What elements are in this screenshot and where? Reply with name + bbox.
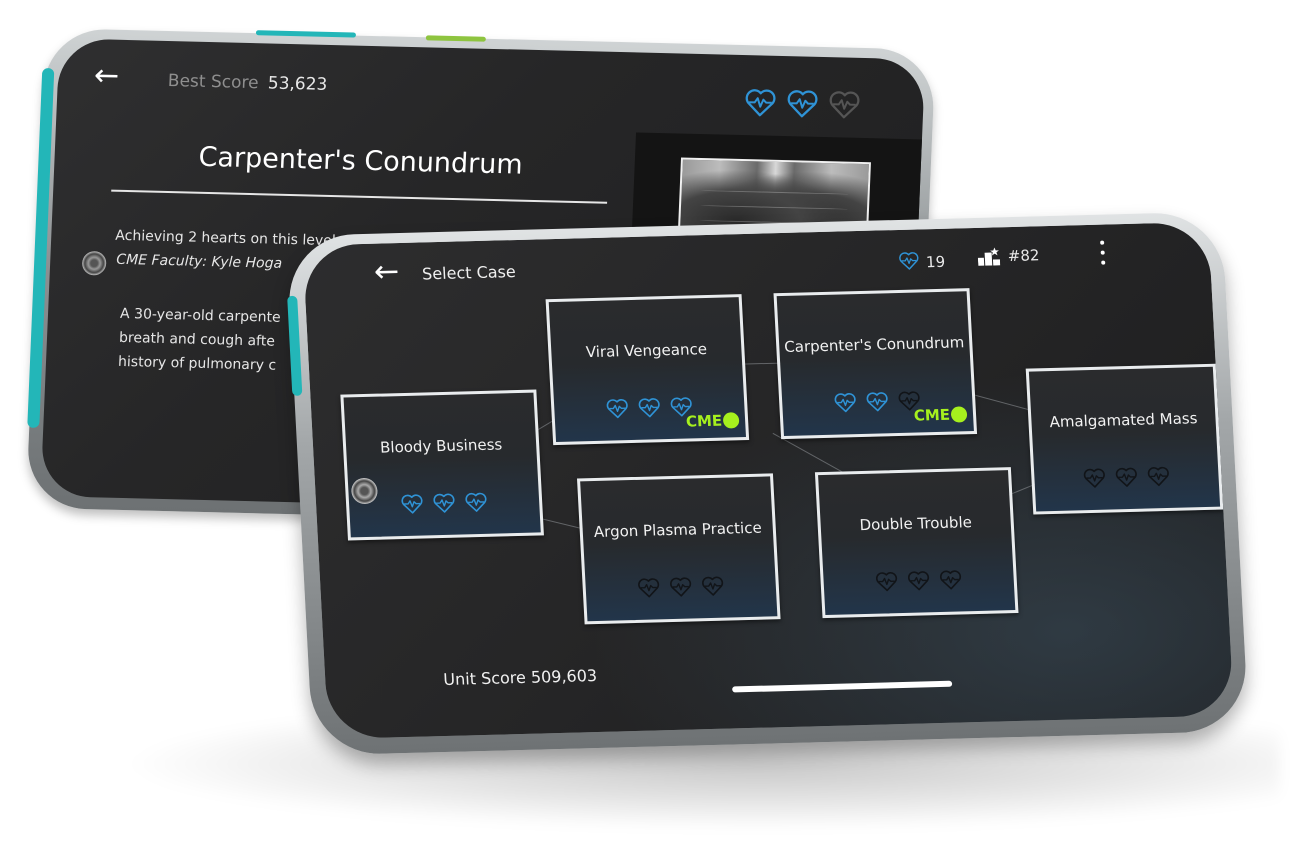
heart-empty-icon (938, 567, 963, 596)
hearts-rating (743, 85, 863, 126)
hearts-rating (1034, 463, 1219, 496)
heart-filled-icon (743, 85, 779, 124)
title-divider (111, 189, 608, 204)
screen-title: Select Case (421, 262, 517, 284)
cme-status-dot-icon (722, 412, 740, 429)
case-card[interactable]: Amalgamated Mass (1025, 363, 1224, 515)
cme-badge: CME (913, 405, 968, 425)
heart-filled-icon (785, 86, 821, 125)
heart-filled-icon (637, 395, 662, 424)
case-card[interactable]: Viral Vengeance CME (545, 294, 750, 446)
heart-filled-icon (432, 491, 457, 520)
phone-select-case: ← Select Case 19 #82 Bloody Business Vira… (286, 211, 1249, 756)
leaderboard-rank[interactable]: #82 (977, 246, 1040, 266)
heart-empty-icon (906, 568, 931, 597)
best-score-label: Best Score (167, 71, 259, 94)
arrow-left-icon[interactable]: ← (373, 254, 400, 290)
case-name: Viral Vengeance (585, 340, 708, 362)
case-title: Carpenter's Conundrum (198, 141, 524, 181)
case-name: Bloody Business (379, 435, 503, 457)
case-name: Amalgamated Mass (1049, 409, 1198, 432)
hearts-rating (585, 572, 776, 605)
heart-empty-icon (700, 574, 725, 603)
heart-empty-icon (1082, 466, 1107, 495)
heart-empty-icon (668, 574, 693, 603)
cme-label: CME (913, 405, 951, 425)
heart-empty-icon (1114, 465, 1139, 494)
case-name: Carpenter's Conundrum (783, 333, 965, 356)
unit-score: Unit Score 509,603 (442, 666, 598, 690)
cme-status-dot-icon (950, 406, 968, 423)
heart-filled-icon (865, 389, 890, 418)
hearts-rating (823, 566, 1014, 599)
select-case-screen: ← Select Case 19 #82 Bloody Business Vira… (302, 221, 1235, 740)
heart-filled-icon (833, 390, 858, 419)
arrow-left-icon[interactable]: ← (93, 58, 120, 94)
cme-badge: CME (685, 411, 740, 431)
cme-label: CME (685, 411, 723, 431)
cme-faculty: CME Faculty: Kyle Hoga (116, 251, 283, 272)
best-score-value: 53,623 (267, 73, 328, 95)
heart-count: 19 (897, 249, 946, 276)
case-card[interactable]: Bloody Business (340, 389, 544, 541)
rank-value: #82 (1007, 246, 1040, 266)
leaderboard-podium-icon (977, 247, 1001, 266)
heart-filled-icon (400, 491, 425, 520)
case-card[interactable]: Argon Plasma Practice (576, 473, 781, 625)
heart-empty-icon (874, 569, 899, 598)
heart-empty-icon (636, 575, 661, 604)
case-name: Double Trouble (859, 513, 973, 535)
heart-pulse-icon (897, 249, 920, 276)
home-indicator[interactable] (732, 680, 953, 693)
case-card[interactable]: Carpenter's Conundrum CME (773, 288, 978, 440)
heart-empty-icon (1146, 464, 1171, 493)
case-name: Argon Plasma Practice (593, 518, 763, 542)
heart-count-value: 19 (925, 252, 946, 272)
more-vertical-icon[interactable] (1097, 240, 1108, 265)
case-card[interactable]: Double Trouble (814, 467, 1019, 619)
heart-filled-icon (605, 396, 630, 425)
heart-filled-icon (464, 490, 489, 519)
heart-empty-icon (826, 87, 862, 126)
